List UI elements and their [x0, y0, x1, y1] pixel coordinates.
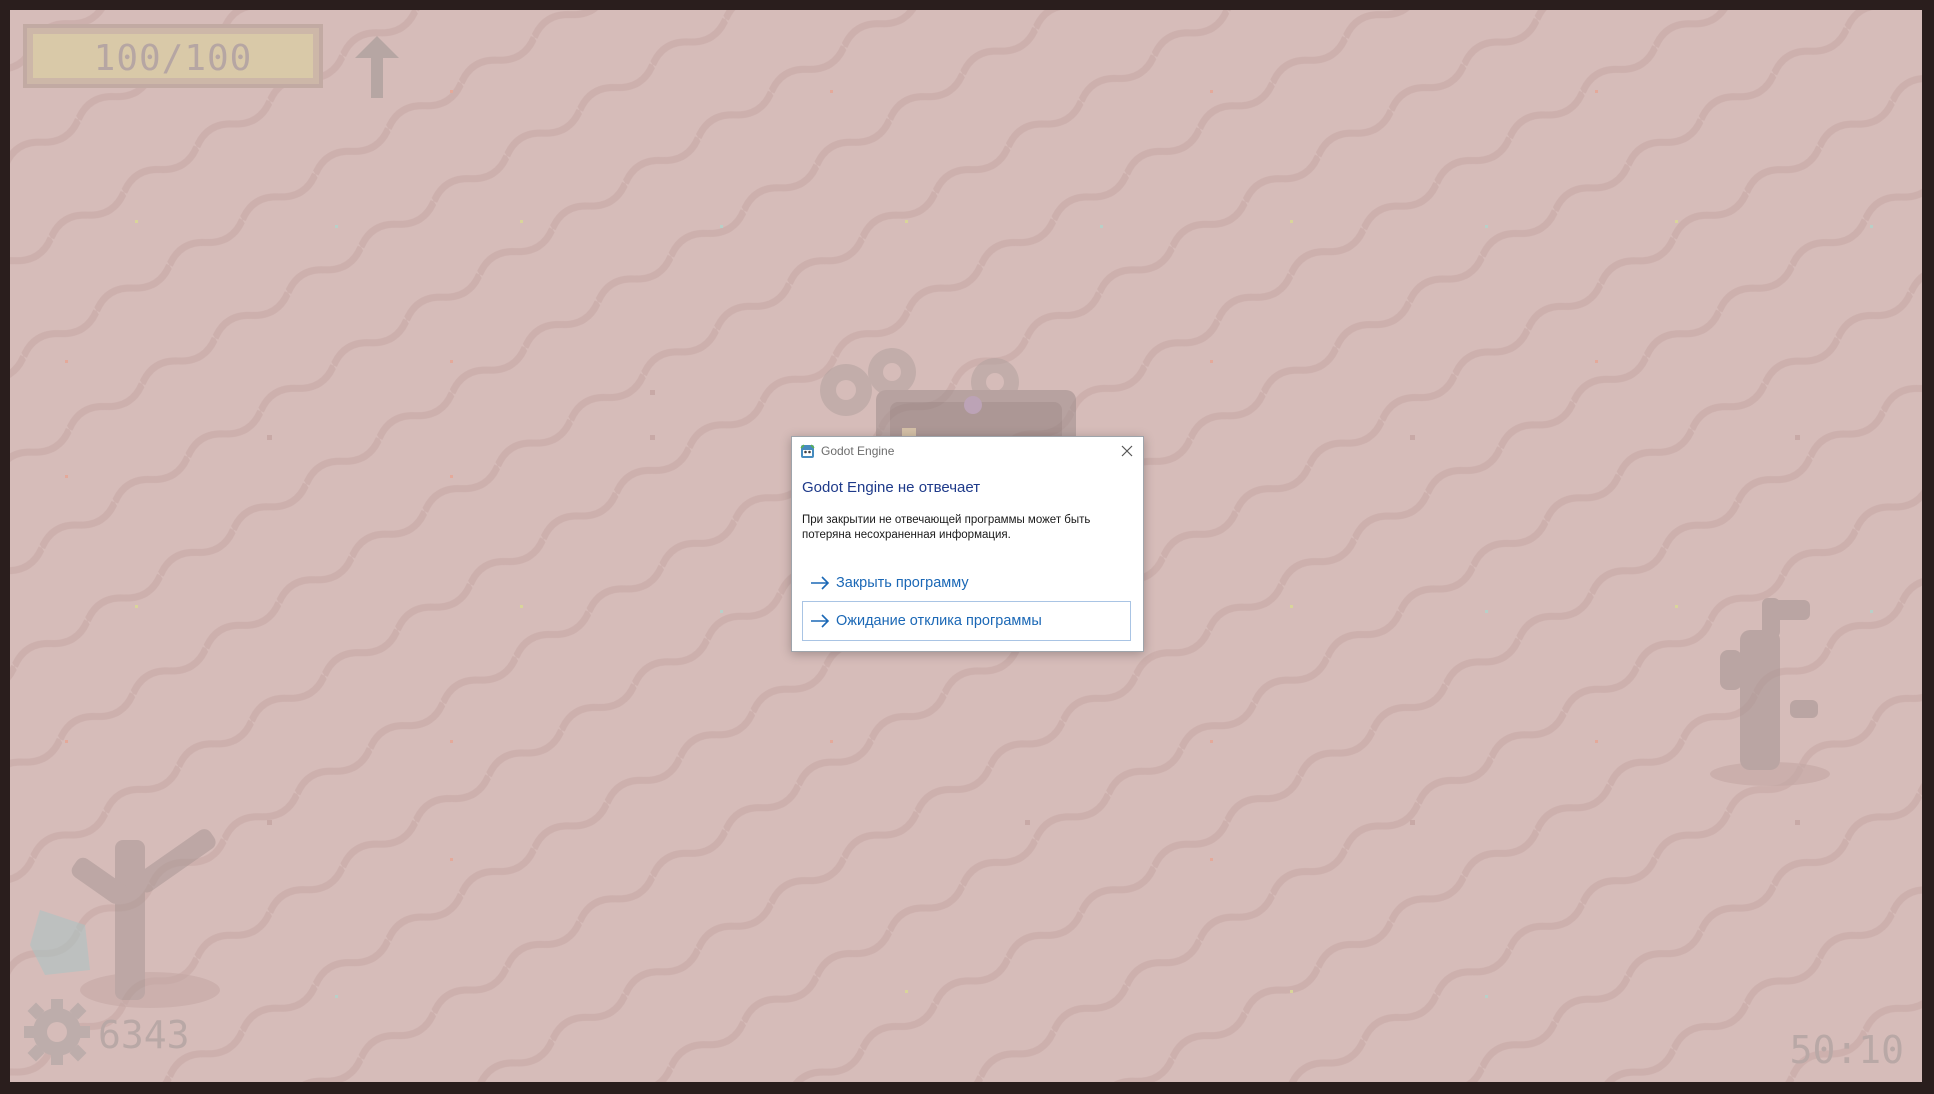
- not-responding-dialog: Godot Engine Godot Engine не отвечает Пр…: [791, 436, 1144, 652]
- arrow-right-icon: [811, 614, 830, 628]
- close-button[interactable]: [1117, 441, 1137, 461]
- upgrade-arrow-icon: [355, 36, 399, 98]
- close-program-option[interactable]: Закрыть программу: [802, 563, 1131, 603]
- gear-icon: [24, 999, 90, 1065]
- timer: 50:10: [1789, 1028, 1904, 1072]
- dialog-title: Godot Engine: [821, 444, 895, 458]
- wait-for-program-label: Ожидание отклика программы: [836, 613, 1042, 629]
- dialog-titlebar[interactable]: Godot Engine: [792, 437, 1143, 465]
- health-text: 100/100: [93, 38, 253, 79]
- dialog-heading: Godot Engine не отвечает: [802, 479, 981, 496]
- health-bar: 100/100: [23, 24, 323, 88]
- dialog-message: При закрытии не отвечающей программы мож…: [802, 514, 1091, 541]
- close-icon: [1121, 445, 1133, 457]
- godot-app-icon: [800, 444, 815, 458]
- gear-count: 6343: [98, 1013, 190, 1057]
- wait-for-program-option[interactable]: Ожидание отклика программы: [802, 601, 1131, 641]
- close-program-label: Закрыть программу: [836, 575, 969, 591]
- arrow-right-icon: [811, 576, 830, 590]
